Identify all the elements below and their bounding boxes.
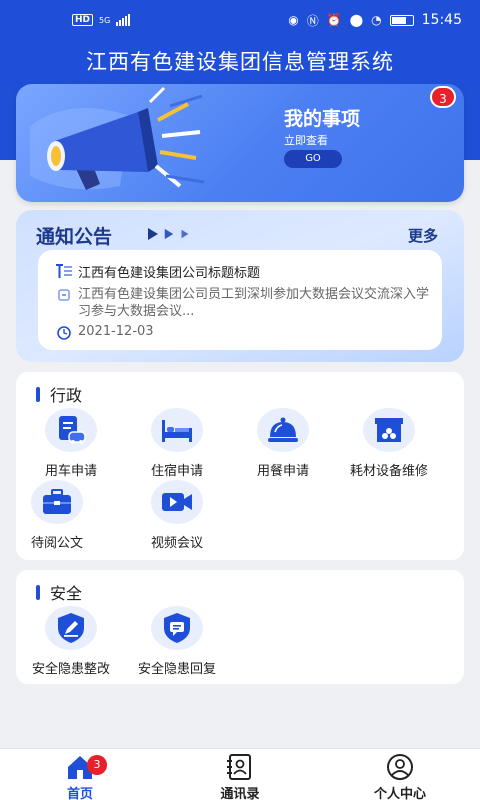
- toolbox-icon: [363, 408, 415, 452]
- video-meeting-button[interactable]: 视频会议: [122, 480, 232, 551]
- eye-icon: ◉: [288, 13, 299, 27]
- user-icon: [385, 753, 415, 781]
- contacts-icon: [225, 753, 255, 781]
- shield-chat-icon: [151, 606, 203, 650]
- dining-bell-icon: [257, 408, 309, 452]
- nav-profile[interactable]: 个人中心: [340, 753, 460, 800]
- meal-request-label: 用餐申请: [256, 464, 309, 479]
- safety-reply-label: 安全隐患回复: [137, 662, 216, 677]
- lodging-request-button[interactable]: 住宿申请: [122, 408, 232, 479]
- my-items-badge: 3: [430, 86, 456, 108]
- video-meeting-label: 视频会议: [150, 536, 203, 551]
- title-icon: [56, 264, 72, 278]
- safety-rectify-label: 安全隐患整改: [31, 662, 110, 677]
- clock-icon: [57, 326, 71, 340]
- section-bar: [36, 386, 40, 402]
- network-type: 5G: [99, 15, 111, 25]
- nav-contacts[interactable]: 通讯录: [180, 753, 300, 800]
- my-items-banner[interactable]: 我的事项 立即查看 GO: [16, 84, 464, 202]
- notice-item-date: 2021-12-03: [78, 324, 154, 339]
- briefcase-icon: [31, 480, 83, 524]
- status-bar: HD 5G ◉ Ⓝ ⏰ ⬤ ◔ 15:45: [0, 0, 480, 40]
- meal-request-button[interactable]: 用餐申请: [228, 408, 338, 479]
- notice-item-desc: 江西有色建设集团公司员工到深圳参加大数据会议交流深入学习参与大数据会议...: [78, 287, 430, 319]
- equipment-repair-label: 耗材设备维修: [349, 464, 428, 479]
- notice-title: 通知公告: [36, 226, 113, 248]
- nav-contacts-label: 通讯录: [220, 787, 260, 800]
- notice-card: 通知公告 更多 江西有色建设集团公司标题标题 江西有色建设集团公司员工到深圳参加…: [16, 210, 464, 362]
- location-icon: ⬤: [349, 13, 364, 27]
- car-document-icon: [45, 408, 97, 452]
- home-badge: 3: [87, 755, 107, 775]
- bottom-nav: 3 首页 通讯录 个人中心: [0, 748, 480, 800]
- nav-home-label: 首页: [66, 787, 93, 800]
- admin-section: 行政 用车申请 住宿申请 用餐申请 耗材设备维修 待阅公文 视频会议: [16, 372, 464, 560]
- pending-docs-button[interactable]: 待阅公文: [2, 480, 112, 551]
- safety-section: 安全 安全隐患整改 安全隐患回复: [16, 570, 464, 684]
- notice-item-title: 江西有色建设集团公司标题标题: [78, 266, 261, 281]
- clock: 15:45: [421, 12, 462, 28]
- alarm-icon: ⏰: [326, 13, 342, 27]
- document-icon: [58, 289, 70, 301]
- equipment-repair-button[interactable]: 耗材设备维修: [334, 408, 444, 479]
- signal-icon: [116, 14, 131, 26]
- go-button[interactable]: GO: [284, 150, 342, 168]
- speed-icon: ◔: [371, 13, 382, 27]
- home-icon: 3: [65, 753, 107, 781]
- battery-icon: [389, 14, 414, 26]
- megaphone-icon: [30, 86, 205, 190]
- banner-title: 我的事项: [284, 108, 361, 130]
- shield-pen-icon: [45, 606, 97, 650]
- arrows-icon: [148, 228, 190, 240]
- section-title: 行政: [50, 386, 83, 405]
- section-bar: [36, 584, 40, 600]
- notice-item[interactable]: 江西有色建设集团公司标题标题 江西有色建设集团公司员工到深圳参加大数据会议交流深…: [38, 250, 442, 350]
- bed-icon: [151, 408, 203, 452]
- hd-indicator: HD: [72, 14, 94, 26]
- pending-docs-label: 待阅公文: [30, 536, 83, 551]
- car-request-label: 用车申请: [44, 464, 97, 479]
- video-icon: [151, 480, 203, 524]
- nfc-icon: Ⓝ: [306, 13, 319, 28]
- safety-rectify-button[interactable]: 安全隐患整改: [16, 606, 126, 677]
- section-title: 安全: [50, 584, 83, 603]
- nav-profile-label: 个人中心: [373, 787, 426, 800]
- more-link[interactable]: 更多: [408, 225, 438, 246]
- app-title: 江西有色建设集团信息管理系统: [86, 50, 394, 74]
- safety-reply-button[interactable]: 安全隐患回复: [122, 606, 232, 677]
- car-request-button[interactable]: 用车申请: [16, 408, 126, 479]
- nav-home[interactable]: 3 首页: [20, 753, 140, 800]
- banner-subtitle: 立即查看: [284, 134, 328, 147]
- lodging-request-label: 住宿申请: [150, 464, 203, 479]
